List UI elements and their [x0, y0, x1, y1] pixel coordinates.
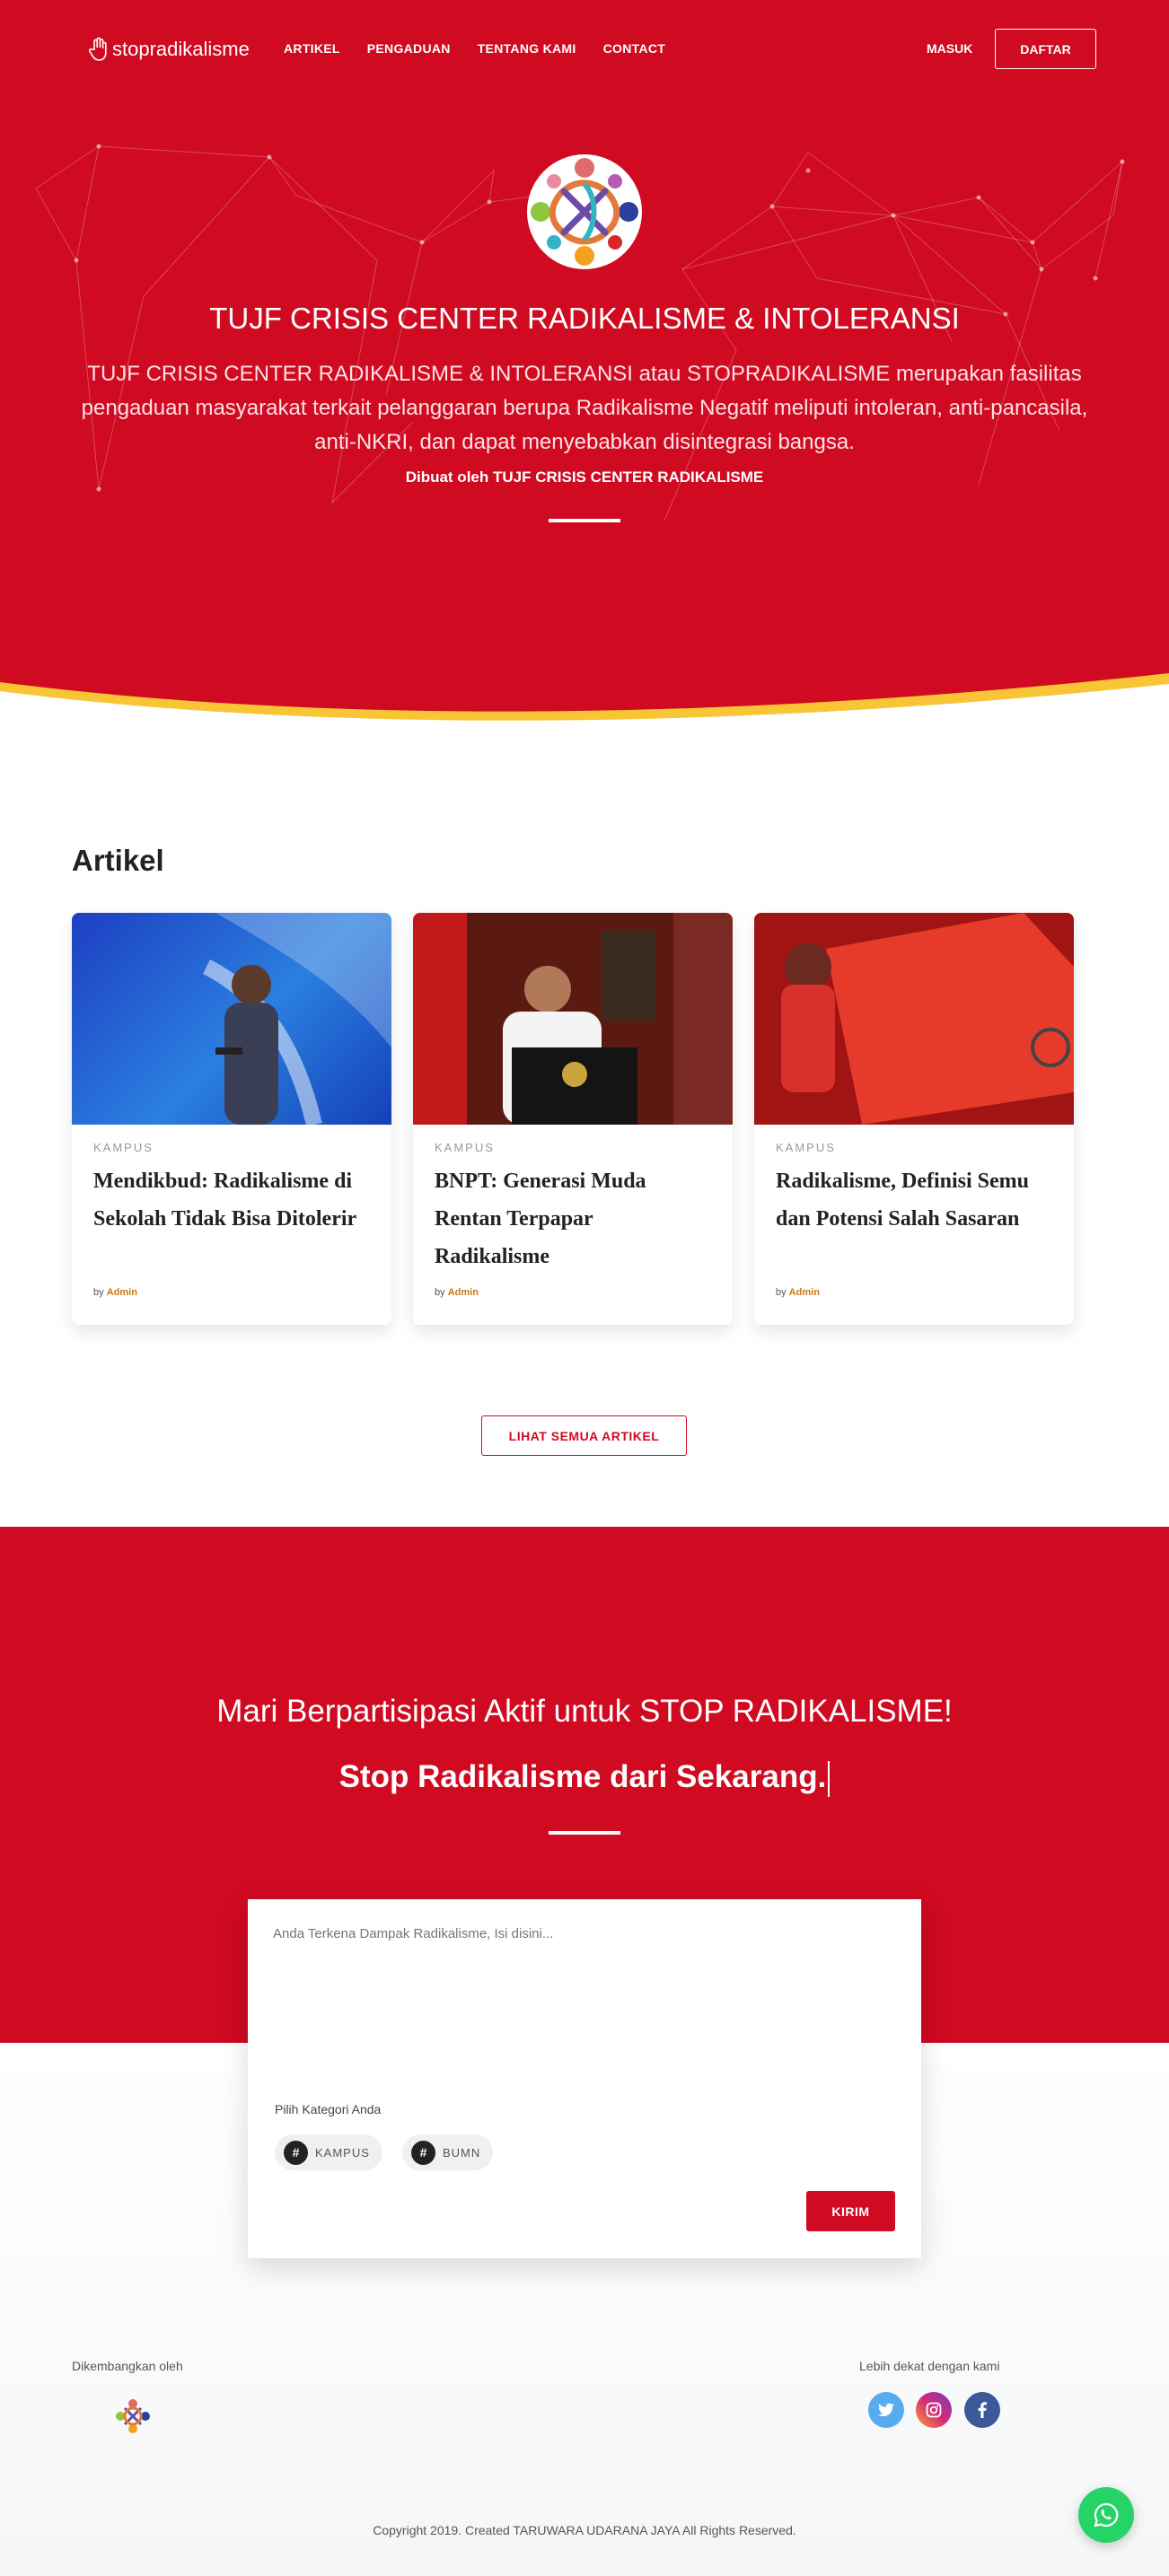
copyright-text: Copyright 2019. Created TARUWARA UDARANA… — [373, 2523, 796, 2537]
byline-prefix: by — [435, 1287, 445, 1298]
cta-heading: Mari Berpartisipasi Aktif untuk STOP RAD… — [216, 1694, 953, 1729]
article-card[interactable]: KAMPUS BNPT: Generasi Muda Rentan Terpap… — [413, 913, 733, 1325]
nav-contact[interactable]: CONTACT — [603, 41, 666, 56]
instagram-button[interactable] — [916, 2392, 952, 2428]
article-title[interactable]: Mendikbud: Radikalisme di Sekolah Tidak … — [93, 1162, 372, 1238]
twitter-icon — [878, 2403, 894, 2417]
see-all-articles-button[interactable]: LIHAT SEMUA ARTIKEL — [481, 1415, 687, 1456]
article-category: KAMPUS — [93, 1141, 154, 1154]
twitter-button[interactable] — [868, 2392, 904, 2428]
report-form: Pilih Kategori Anda # KAMPUS # BUMN KIRI… — [248, 1899, 921, 2258]
hand-stop-icon — [89, 37, 107, 61]
category-chip-label: KAMPUS — [315, 2145, 370, 2160]
article-author[interactable]: Admin — [107, 1287, 137, 1298]
category-chip-bumn[interactable]: # BUMN — [402, 2134, 494, 2170]
hero-byline: Dibuat oleh TUJF CRISIS CENTER RADIKALIS… — [405, 469, 764, 486]
article-author[interactable]: Admin — [789, 1287, 820, 1298]
byline-prefix: by — [93, 1287, 104, 1298]
article-title[interactable]: Radikalisme, Definisi Semu dan Potensi S… — [776, 1162, 1054, 1238]
whatsapp-chat-button[interactable] — [1078, 2487, 1134, 2543]
cta-subheading-text: Stop Radikalisme dari Sekarang. — [338, 1759, 827, 1794]
facebook-icon — [978, 2402, 987, 2418]
whatsapp-icon — [1094, 2502, 1119, 2528]
hero-divider — [549, 519, 620, 522]
article-byline: by Admin — [435, 1287, 479, 1298]
emblem-logo — [527, 154, 642, 269]
article-byline: by Admin — [776, 1287, 820, 1298]
hero-section: stopradikalisme ARTIKEL PENGADUAN TENTAN… — [0, 0, 1169, 727]
article-byline: by Admin — [93, 1287, 137, 1298]
cta-subheading: Stop Radikalisme dari Sekarang. — [0, 1759, 1169, 1797]
article-category: KAMPUS — [776, 1141, 836, 1154]
hero-title: TUJF CRISIS CENTER RADIKALISME & INTOLER… — [209, 302, 960, 335]
top-navbar: stopradikalisme ARTIKEL PENGADUAN TENTAN… — [0, 0, 1169, 99]
developer-logo — [116, 2399, 150, 2433]
hashtag-icon: # — [284, 2140, 308, 2165]
report-textarea[interactable] — [273, 1926, 892, 2088]
hero-description: TUJF CRISIS CENTER RADIKALISME & INTOLER… — [81, 362, 1088, 454]
nav-tentang-kami[interactable]: TENTANG KAMI — [478, 41, 576, 56]
category-label: Pilih Kategori Anda — [275, 2102, 382, 2116]
article-image — [413, 913, 733, 1125]
nav-artikel[interactable]: ARTIKEL — [284, 41, 340, 56]
category-chip-kampus[interactable]: # KAMPUS — [275, 2134, 382, 2170]
login-link[interactable]: MASUK — [927, 41, 972, 56]
social-label: Lebih dekat dengan kami — [859, 2359, 1000, 2373]
byline-prefix: by — [776, 1287, 787, 1298]
submit-button[interactable]: KIRIM — [806, 2191, 895, 2231]
article-title[interactable]: BNPT: Generasi Muda Rentan Terpapar Radi… — [435, 1162, 713, 1275]
nav-pengaduan[interactable]: PENGADUAN — [367, 41, 451, 56]
articles-heading: Artikel — [72, 844, 164, 877]
instagram-icon — [926, 2402, 942, 2418]
cta-divider — [549, 1831, 620, 1835]
hashtag-icon: # — [411, 2140, 435, 2165]
brand-logo[interactable]: stopradikalisme — [89, 32, 250, 66]
facebook-button[interactable] — [964, 2392, 1000, 2428]
article-author[interactable]: Admin — [448, 1287, 479, 1298]
hero-wave — [0, 673, 1169, 727]
article-card[interactable]: KAMPUS Mendikbud: Radikalisme di Sekolah… — [72, 913, 391, 1325]
article-card[interactable]: KAMPUS Radikalisme, Definisi Semu dan Po… — [754, 913, 1074, 1325]
main-nav: ARTIKEL PENGADUAN TENTANG KAMI CONTACT — [284, 41, 665, 56]
brand-name: stopradikalisme — [112, 38, 250, 60]
article-category: KAMPUS — [435, 1141, 495, 1154]
category-chip-label: BUMN — [443, 2145, 481, 2160]
typing-cursor — [828, 1760, 831, 1797]
article-image — [754, 913, 1074, 1125]
article-image — [72, 913, 391, 1125]
developed-by-label: Dikembangkan oleh — [72, 2359, 183, 2373]
register-button[interactable]: DAFTAR — [995, 29, 1096, 69]
